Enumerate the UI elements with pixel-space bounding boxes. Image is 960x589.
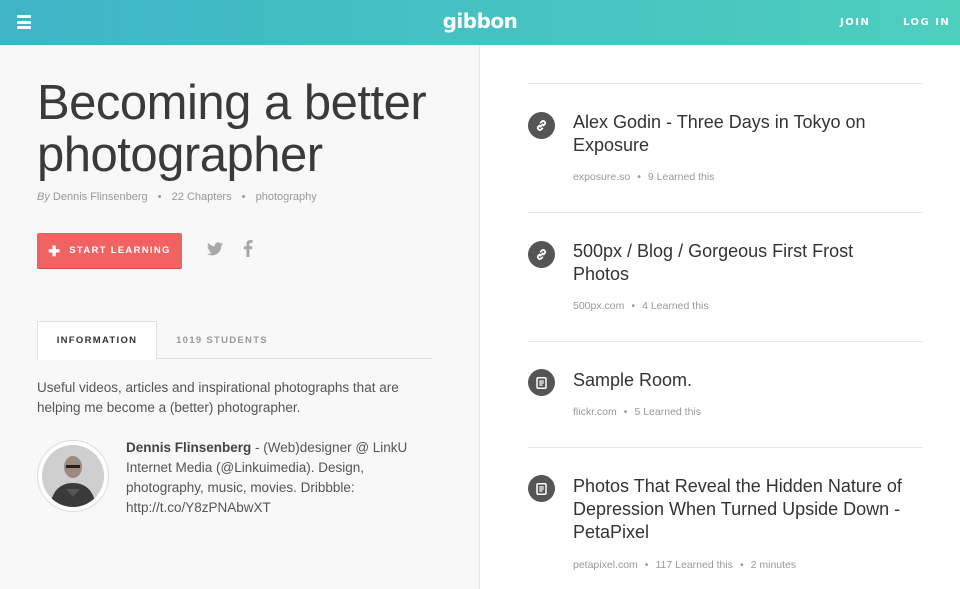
top-bar: gibbon JOIN LOG IN <box>0 0 960 45</box>
chapter-meta: petapixel.com • 117 Learned this • 2 minutes <box>573 559 797 571</box>
chapter-title[interactable]: Sample Room. <box>573 369 903 392</box>
course-title: Becoming a better photographer <box>37 76 427 182</box>
list-item[interactable]: 500px / Blog / Gorgeous First Frost Phot… <box>528 212 923 342</box>
author-name[interactable]: Dennis Flinsenberg <box>126 440 251 455</box>
chapter-meta: 500px.com • 4 Learned this <box>573 300 709 312</box>
list-item[interactable]: Photos That Reveal the Hidden Nature of … <box>528 447 923 589</box>
chapter-learned: 9 Learned this <box>647 171 715 183</box>
link-icon <box>528 241 555 268</box>
chapter-learned: 5 Learned this <box>634 406 702 418</box>
chapter-title[interactable]: Photos That Reveal the Hidden Nature of … <box>573 475 903 544</box>
course-info-panel: Becoming a better photographer By Dennis… <box>0 45 480 589</box>
chapter-meta: flickr.com • 5 Learned this <box>573 406 702 418</box>
chapter-source: exposure.so <box>573 171 631 183</box>
chapter-meta: exposure.so • 9 Learned this <box>573 171 715 183</box>
person-photo-icon <box>42 445 104 507</box>
author-bio: Dennis Flinsenberg - (Web)designer @ Lin… <box>126 438 426 518</box>
course-tabs: INFORMATION 1019 STUDENTS <box>37 321 432 360</box>
chapter-learned: 117 Learned this <box>655 559 733 571</box>
document-icon <box>528 369 555 396</box>
start-learning-label: START LEARNING <box>69 245 171 256</box>
author-link[interactable]: Dennis Flinsenberg <box>53 191 148 203</box>
list-item[interactable]: Sample Room. flickr.com • 5 Learned this <box>528 341 923 448</box>
tab-students[interactable]: 1019 STUDENTS <box>157 321 287 360</box>
gibbon-logo[interactable]: gibbon <box>0 9 960 33</box>
chapter-title[interactable]: Alex Godin - Three Days in Tokyo on Expo… <box>573 111 903 157</box>
tab-information[interactable]: INFORMATION <box>37 321 157 360</box>
chapter-learned: 4 Learned this <box>642 300 709 312</box>
course-description: Useful videos, articles and inspirationa… <box>37 380 399 415</box>
chapter-count: 22 Chapters <box>171 191 232 203</box>
course-meta: By Dennis Flinsenberg • 22 Chapters • ph… <box>37 191 317 203</box>
author-avatar[interactable] <box>37 440 109 512</box>
login-link[interactable]: LOG IN <box>903 17 950 28</box>
start-learning-button[interactable]: ✚ START LEARNING <box>37 233 182 268</box>
plus-icon: ✚ <box>48 242 62 259</box>
chapter-source: 500px.com <box>573 300 625 312</box>
list-item[interactable]: Alex Godin - Three Days in Tokyo on Expo… <box>528 83 923 213</box>
chapter-source: flickr.com <box>573 406 617 418</box>
tag-link[interactable]: photography <box>256 191 317 203</box>
chapter-source: petapixel.com <box>573 559 638 571</box>
chapter-duration: 2 minutes <box>750 559 797 571</box>
chapter-list: Alex Godin - Three Days in Tokyo on Expo… <box>481 45 960 589</box>
hamburger-menu-icon[interactable] <box>17 15 31 29</box>
facebook-icon[interactable] <box>243 240 253 257</box>
document-icon <box>528 475 555 502</box>
by-label: By <box>37 191 50 203</box>
link-icon <box>528 112 555 139</box>
twitter-icon[interactable] <box>207 242 223 256</box>
join-link[interactable]: JOIN <box>840 17 870 28</box>
chapter-title[interactable]: 500px / Blog / Gorgeous First Frost Phot… <box>573 240 903 286</box>
